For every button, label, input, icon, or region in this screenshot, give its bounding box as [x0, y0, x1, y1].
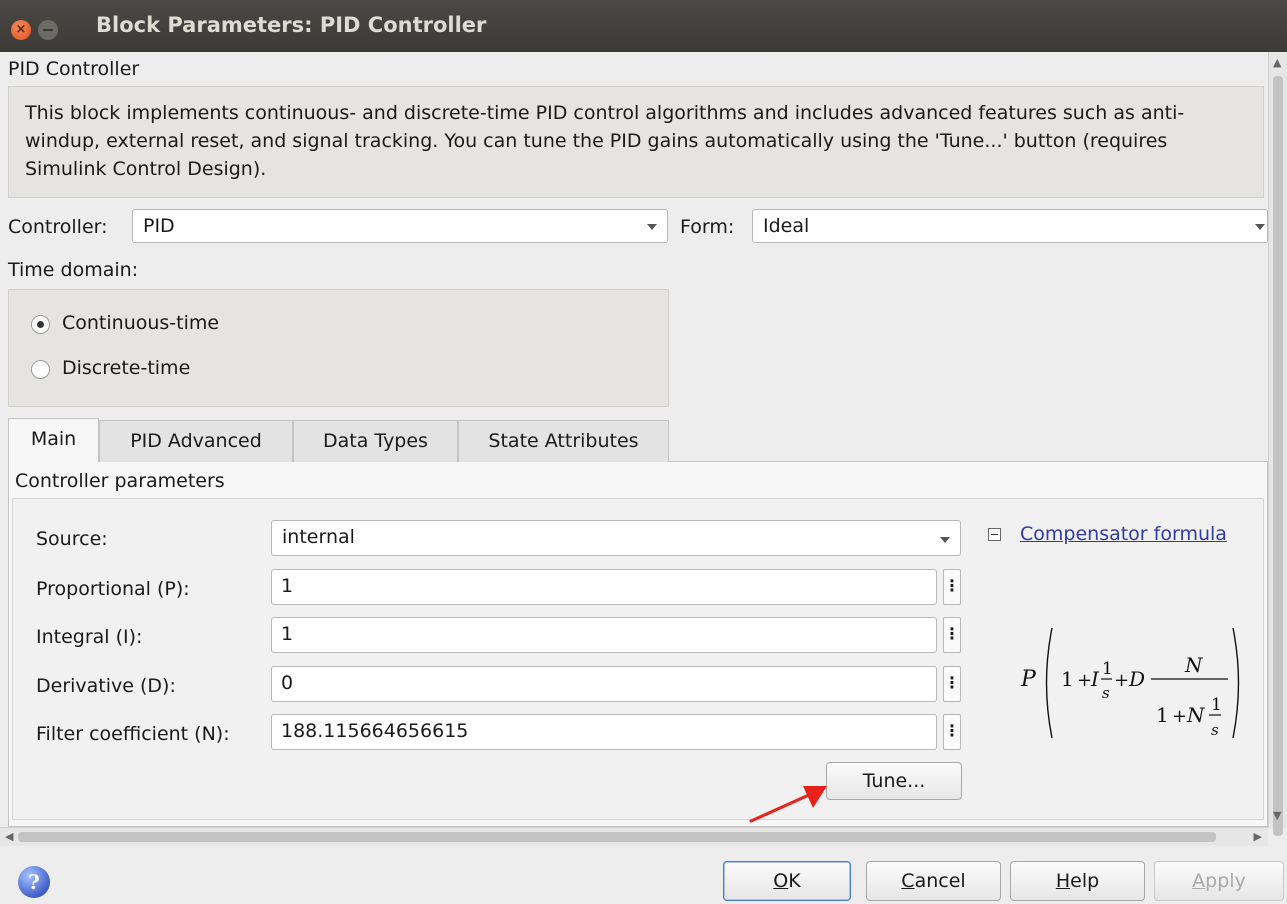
annotation-arrow-icon	[749, 786, 827, 823]
controller-parameters-title: Controller parameters	[15, 470, 225, 492]
block-type-label: PID Controller	[8, 58, 140, 80]
time-domain-group	[8, 289, 669, 407]
discrete-time-radio[interactable]	[31, 360, 50, 379]
formula-i-denominator: s	[1102, 684, 1110, 702]
cancel-mnemonic: C	[901, 870, 915, 892]
ok-button[interactable]: OK	[723, 861, 851, 901]
formula-p: P	[1020, 667, 1037, 692]
tab-main[interactable]: Main	[8, 418, 99, 462]
formula-plus-1: +	[1077, 670, 1092, 691]
left-paren	[1045, 627, 1053, 739]
scroll-up-icon[interactable]: ▲	[1273, 56, 1281, 69]
horizontal-scrollbar[interactable]: ◀ ▶	[0, 827, 1268, 846]
cancel-button[interactable]: Cancel	[866, 861, 1001, 901]
formula-i-numerator: 1	[1102, 659, 1113, 679]
cancel-label: ancel	[914, 870, 966, 892]
proportional-label: Proportional (P):	[36, 578, 190, 600]
integral-more-button[interactable]: ⋮	[943, 617, 961, 653]
minimize-window-button[interactable]	[38, 20, 58, 40]
apply-button: Apply	[1154, 861, 1284, 901]
ok-label: K	[788, 870, 801, 892]
block-description: This block implements continuous- and di…	[8, 86, 1264, 198]
help-label: elp	[1070, 870, 1100, 892]
horizontal-scroll-thumb[interactable]	[18, 832, 1216, 842]
chevron-down-icon	[1255, 224, 1265, 230]
controller-label: Controller:	[8, 216, 108, 238]
formula-one: 1	[1061, 667, 1074, 691]
formula-plus-3: +	[1172, 706, 1187, 727]
form-label: Form:	[680, 216, 735, 238]
formula-n-numerator: N	[1184, 653, 1204, 677]
apply-mnemonic: A	[1192, 870, 1206, 892]
filter-coefficient-label: Filter coefficient (N):	[36, 723, 230, 745]
chevron-down-icon	[940, 537, 950, 543]
derivative-input[interactable]: 0	[271, 666, 937, 702]
controller-dropdown[interactable]: PID	[132, 209, 668, 243]
filter-coefficient-input[interactable]: 188.115664656615	[271, 714, 937, 750]
compensator-formula-equation: P 1 + I 1 s + D N 1 + N 1 s	[1020, 627, 1240, 739]
proportional-input[interactable]: 1	[271, 569, 937, 605]
formula-inner-denominator: s	[1211, 721, 1219, 739]
form-dropdown[interactable]: Ideal	[752, 209, 1268, 243]
collapse-icon[interactable]	[988, 528, 1001, 541]
tab-state-attributes[interactable]: State Attributes	[458, 420, 669, 462]
compensator-formula-link[interactable]: Compensator formula	[1020, 523, 1227, 545]
scroll-right-icon[interactable]: ▶	[1254, 830, 1262, 843]
scroll-left-icon[interactable]: ◀	[5, 830, 13, 843]
formula-denominator-one: 1	[1156, 703, 1169, 727]
proportional-more-button[interactable]: ⋮	[943, 569, 961, 605]
derivative-more-button[interactable]: ⋮	[943, 666, 961, 702]
title-bar: × Block Parameters: PID Controller	[0, 0, 1287, 52]
window-title: Block Parameters: PID Controller	[96, 13, 487, 37]
source-value: internal	[282, 526, 355, 548]
time-domain-label: Time domain:	[8, 259, 139, 281]
source-dropdown[interactable]: internal	[271, 520, 961, 556]
help-icon[interactable]: ?	[18, 866, 50, 898]
close-window-button[interactable]: ×	[11, 20, 31, 40]
continuous-time-radio[interactable]	[31, 315, 50, 334]
formula-d: D	[1128, 667, 1145, 691]
form-value: Ideal	[763, 215, 810, 237]
right-paren	[1232, 627, 1240, 739]
discrete-time-label[interactable]: Discrete-time	[62, 357, 190, 379]
controller-value: PID	[143, 215, 175, 237]
help-button[interactable]: Help	[1010, 861, 1145, 901]
filter-coefficient-more-button[interactable]: ⋮	[943, 714, 961, 750]
source-label: Source:	[36, 528, 108, 550]
formula-inner-numerator: 1	[1211, 695, 1222, 715]
close-icon: ×	[15, 22, 27, 37]
integral-input[interactable]: 1	[271, 617, 937, 653]
continuous-time-label[interactable]: Continuous-time	[62, 312, 219, 334]
formula-i: I	[1090, 667, 1100, 691]
tab-data-types[interactable]: Data Types	[293, 420, 458, 462]
formula-plus-2: +	[1114, 670, 1129, 691]
help-mnemonic: H	[1055, 870, 1071, 892]
chevron-down-icon	[647, 224, 657, 230]
vertical-scrollbar[interactable]: ▲ ▼	[1268, 52, 1287, 836]
vertical-scroll-thumb[interactable]	[1273, 76, 1283, 836]
tab-pid-advanced[interactable]: PID Advanced	[99, 420, 293, 462]
ok-mnemonic: O	[773, 870, 789, 892]
tune-button[interactable]: Tune...	[826, 762, 962, 800]
scroll-down-icon[interactable]: ▼	[1273, 809, 1281, 822]
apply-label: pply	[1205, 870, 1246, 892]
derivative-label: Derivative (D):	[36, 675, 176, 697]
formula-n-denominator: N	[1186, 703, 1206, 727]
integral-label: Integral (I):	[36, 626, 143, 648]
